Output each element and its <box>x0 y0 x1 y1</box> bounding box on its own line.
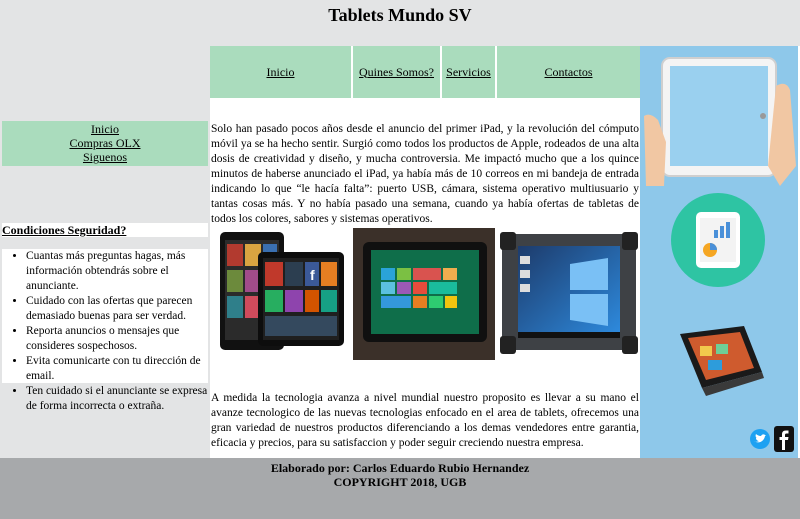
security-title: Condiciones Seguridad? <box>2 223 208 237</box>
security-item: Reporta anuncios o mensajes que consider… <box>26 324 208 354</box>
page-title: Tablets Mundo SV <box>328 5 472 25</box>
nav-link-contactos[interactable]: Contactos <box>545 65 593 80</box>
sidebar-nav: Inicio Compras OLX Siguenos <box>2 121 208 166</box>
sidebar-link-compras-olx[interactable]: Compras OLX <box>2 136 208 150</box>
analytics-tablet-icon <box>671 193 765 287</box>
nav-link-servicios[interactable]: Servicios <box>446 65 491 80</box>
security-item: Cuantas más preguntas hagas, más informa… <box>26 249 208 294</box>
page-header: Tablets Mundo SV <box>0 0 800 46</box>
intro-paragraph: Solo han pasado pocos años desde el anun… <box>211 123 639 225</box>
nav-cell-quienes-somos: Quines Somos? <box>353 46 442 98</box>
sidebar-link-siguenos[interactable]: Siguenos <box>2 150 208 164</box>
svg-text:f: f <box>310 267 315 283</box>
nav-cell-inicio: Inicio <box>210 46 353 98</box>
sidebar-link-inicio[interactable]: Inicio <box>2 122 208 136</box>
tablet-gallery: f <box>210 228 640 360</box>
nav-link-inicio[interactable]: Inicio <box>267 65 295 80</box>
nav-link-quienes-somos[interactable]: Quines Somos? <box>359 65 434 80</box>
rugged-tablet-image <box>500 228 640 360</box>
hands-tablet-image <box>640 46 798 196</box>
left-sidebar: Inicio Compras OLX Siguenos Condiciones … <box>0 46 210 458</box>
security-item: Ten cuidado si el anunciante se expresa … <box>26 384 208 414</box>
facebook-icon[interactable] <box>774 426 794 452</box>
twitter-icon[interactable] <box>750 426 770 452</box>
right-sidebar <box>640 46 798 458</box>
footer-copyright: COPYRIGHT 2018, UGB <box>333 475 467 489</box>
closing-paragraph: A medida la tecnologia avanza a nivel mu… <box>211 392 639 449</box>
top-nav: Inicio Quines Somos? Servicios Contactos <box>210 46 640 98</box>
main-content: Solo han pasado pocos años desde el anun… <box>210 98 640 458</box>
windows-tablet-image <box>353 228 495 360</box>
security-item: Evita comunicarte con tu dirección de em… <box>26 354 208 384</box>
security-item: Cuidado con las ofertas que parecen dema… <box>26 294 208 324</box>
projector-tablet-image <box>680 326 764 396</box>
page-footer: Elaborado por: Carlos Eduardo Rubio Hern… <box>0 458 800 519</box>
nav-cell-contactos: Contactos <box>497 46 640 98</box>
footer-author: Elaborado por: Carlos Eduardo Rubio Hern… <box>270 461 530 475</box>
security-list: Cuantas más preguntas hagas, más informa… <box>2 249 208 412</box>
nav-cell-servicios: Servicios <box>442 46 497 98</box>
kindle-tablets-image: f <box>216 228 346 360</box>
